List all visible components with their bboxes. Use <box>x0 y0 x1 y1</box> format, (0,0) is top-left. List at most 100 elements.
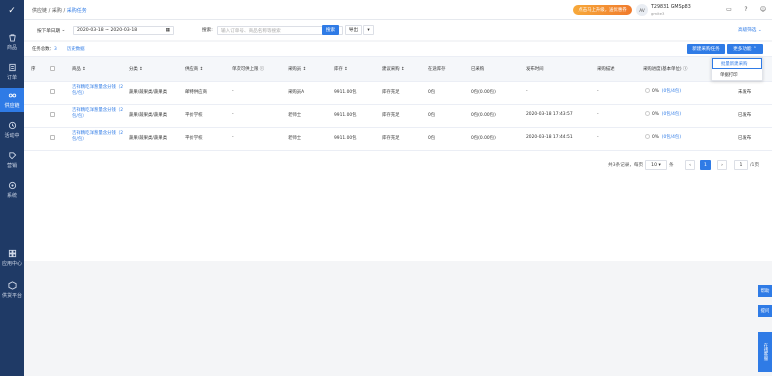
user-sub: gmite3 <box>651 11 665 16</box>
advanced-filter-link[interactable]: 高级筛选 ⌄ <box>738 27 762 33</box>
menu-item-batch-create[interactable]: 批量新建采购 <box>712 58 762 69</box>
next-page-button[interactable]: › <box>717 160 727 170</box>
date-type-select[interactable]: 按下单日期 ⌄ <box>34 26 70 35</box>
upgrade-banner[interactable]: 点击马上升级，送优惠券 <box>573 5 632 15</box>
new-purchase-task-button[interactable]: 新建采购任务 <box>687 44 725 54</box>
transit-cell: 0包 <box>428 90 436 95</box>
sidebar-item-supply-platform[interactable]: 供货平台 <box>0 278 24 302</box>
purchased-cell: 0包(0.00包) <box>471 113 496 118</box>
more-functions-menu: 批量新建采购 单据打印 <box>711 57 763 81</box>
product-link[interactable]: 吉祥精吃洋葱量含分钱（2包/包） <box>72 85 126 97</box>
select-all-checkbox[interactable] <box>50 66 55 71</box>
question-float-button[interactable]: 提问 <box>758 305 772 317</box>
col-product[interactable]: 商品 ↕ <box>72 66 86 72</box>
col-progress: 采购进度(基本单位) ⓘ <box>643 67 688 72</box>
progress-link[interactable]: (0包/4包) <box>662 135 681 140</box>
page-size-select[interactable]: 10 ▾ <box>645 160 667 170</box>
time-cell: - <box>526 89 528 94</box>
breadcrumb-current: 采购任务 <box>66 8 87 14</box>
sidebar-item-supply[interactable]: 供应链 <box>0 88 24 112</box>
limit-cell: - <box>232 135 234 140</box>
history-link[interactable]: 历史数据 <box>67 46 85 52</box>
search-label: 搜索: <box>202 28 213 33</box>
progress-ring-icon <box>645 88 650 93</box>
col-transit: 在途库存 <box>428 67 446 72</box>
page-number-button[interactable]: 1 <box>700 160 711 170</box>
breadcrumb-item[interactable]: 采购 <box>52 8 62 14</box>
progress-cell: 0% (0包/4包) <box>645 134 681 140</box>
filter-bar: 按下单日期 ⌄ 2020-03-18 ~ 2020-03-18 ▦ 搜索: 输入… <box>24 20 772 40</box>
tag-icon <box>8 152 16 160</box>
user-icon[interactable]: ☺ <box>759 6 767 14</box>
col-stock[interactable]: 库存 ↕ <box>334 66 348 72</box>
suggest-cell: 库存充足 <box>382 136 400 141</box>
col-buyer[interactable]: 采购员 ↕ <box>288 66 306 72</box>
export-dropdown-button[interactable]: ▾ <box>363 25 374 35</box>
menu-item-print[interactable]: 单据打印 <box>712 69 762 80</box>
progress-link[interactable]: (0包/4包) <box>662 112 681 117</box>
sidebar-item-orders[interactable]: 订单 <box>0 60 24 84</box>
help-float-button[interactable]: 帮助 <box>758 285 772 297</box>
prev-page-button[interactable]: ‹ <box>685 160 695 170</box>
purchased-cell: 0包(0.00包) <box>471 136 496 141</box>
total-pages: /1页 <box>750 163 760 168</box>
message-icon[interactable]: ▭ <box>725 6 733 14</box>
progress-cell: 0% (0包/4包) <box>645 111 681 117</box>
suggest-cell: 库存充足 <box>382 90 400 95</box>
buyer-cell: 采购员A <box>288 90 305 95</box>
page-jump-input[interactable]: 1 <box>734 160 748 170</box>
status-cell: 已发布 <box>738 136 752 141</box>
product-link[interactable]: 吉祥精吃洋葱量含分钱（2包/包） <box>72 131 126 143</box>
goods-icon <box>8 34 16 42</box>
status-cell: 未发布 <box>738 90 752 95</box>
sidebar-item-app-center[interactable]: 应用中心 <box>0 246 24 270</box>
breadcrumb-item[interactable]: 供应链 <box>32 8 47 14</box>
row-checkbox[interactable] <box>50 89 55 94</box>
more-functions-button[interactable]: 更多功能 ⌃ <box>727 44 763 54</box>
calendar-icon: ▦ <box>165 28 170 33</box>
avatar[interactable]: AV <box>636 4 648 16</box>
status-cell: 已发布 <box>738 113 752 118</box>
row-checkbox[interactable] <box>50 112 55 117</box>
limit-cell: - <box>232 89 234 94</box>
online-service-button[interactable]: 在线客服 <box>758 332 772 372</box>
suggest-cell: 库存充足 <box>382 113 400 118</box>
supplier-cell: 平价学校 <box>185 113 203 118</box>
stock-cell: 9911.00包 <box>334 113 357 118</box>
export-button[interactable]: 导出 <box>345 25 362 35</box>
purchased-cell: 0包(0.00包) <box>471 90 496 95</box>
stock-cell: 9911.00包 <box>334 90 357 95</box>
chevron-left-icon: ‹ <box>689 162 691 168</box>
sidebar-item-activity[interactable]: 活动中 <box>0 118 24 142</box>
help-icon[interactable]: ? <box>742 6 750 14</box>
progress-cell: 0% (0包/4包) <box>645 88 681 94</box>
progress-link[interactable]: (0包/4包) <box>662 89 681 94</box>
app-logo: ✓ <box>8 6 16 16</box>
sidebar-item-system[interactable]: 系统 <box>0 178 24 202</box>
sidebar: ✓ 商品 订单 供应链 活动中 营销 系统 应用中心 供货平台 <box>0 0 24 376</box>
supplier-cell: 平价学校 <box>185 136 203 141</box>
category-cell: 蔬果/蔬果类/蔬果类 <box>129 113 168 118</box>
user-name: T29831 GMSp83 <box>651 5 691 10</box>
caret-down-icon: ▾ <box>367 27 370 33</box>
table-toolbar: 任务总数：3 历史数据 新建采购任务 更多功能 ⌃ <box>24 42 772 56</box>
page-size-unit: 条 <box>669 163 674 168</box>
date-range-input[interactable]: 2020-03-18 ~ 2020-03-18 ▦ <box>73 26 174 35</box>
col-category[interactable]: 分类 ↕ <box>129 66 143 72</box>
gear-icon <box>8 181 16 190</box>
chevron-down-icon: ⌄ <box>757 28 762 33</box>
sidebar-item-goods[interactable]: 商品 <box>0 30 24 54</box>
col-suggest[interactable]: 建议采购 ↕ <box>382 66 405 72</box>
desc-cell: - <box>597 89 599 94</box>
transit-cell: 0包 <box>428 136 436 141</box>
col-time: 发布时间 <box>526 67 544 72</box>
info-icon: ⓘ <box>682 67 688 72</box>
col-supplier[interactable]: 供应商 ↕ <box>185 66 203 72</box>
chevron-down-icon: ⌄ <box>61 28 66 33</box>
row-checkbox[interactable] <box>50 135 55 140</box>
search-button[interactable]: 搜索 <box>322 25 339 35</box>
orders-icon <box>8 63 16 72</box>
sidebar-item-marketing[interactable]: 营销 <box>0 148 24 172</box>
product-link[interactable]: 吉祥精吃洋葱量含分钱（2包/包） <box>72 108 126 120</box>
transit-cell: 0包 <box>428 113 436 118</box>
